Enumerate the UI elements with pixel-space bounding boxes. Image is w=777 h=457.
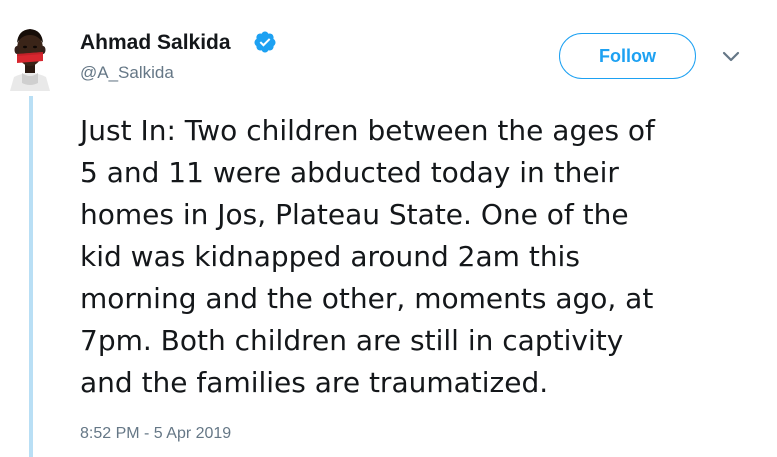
tweet-text-line: morning and the other, moments ago, at xyxy=(80,282,654,315)
tweet-text: Just In: Two children between the ages o… xyxy=(80,110,770,404)
author-handle[interactable]: @A_Salkida xyxy=(80,63,174,83)
tweet-text-line: 7pm. Both children are still in captivit… xyxy=(80,324,624,357)
follow-button[interactable]: Follow xyxy=(559,33,696,79)
chevron-down-icon[interactable] xyxy=(720,48,742,64)
tweet-text-line: kid was kidnapped around 2am this xyxy=(80,240,580,273)
tweet-text-line: Just In: Two children between the ages o… xyxy=(80,114,655,147)
tweet-text-line: 5 and 11 were abducted today in their xyxy=(80,156,619,189)
tweet-timestamp[interactable]: 8:52 PM - 5 Apr 2019 xyxy=(80,424,231,444)
tweet-card: Ahmad Salkida @A_Salkida Follow Just In:… xyxy=(0,0,777,457)
tweet-text-line: homes in Jos, Plateau State. One of the xyxy=(80,198,629,231)
author-name[interactable]: Ahmad Salkida xyxy=(80,31,231,55)
author-avatar[interactable] xyxy=(8,17,52,91)
tweet-text-line: and the families are traumatized. xyxy=(80,366,549,399)
verified-badge-icon xyxy=(254,31,276,53)
avatar-photo-icon xyxy=(10,29,50,91)
thread-connector-line xyxy=(29,96,33,457)
